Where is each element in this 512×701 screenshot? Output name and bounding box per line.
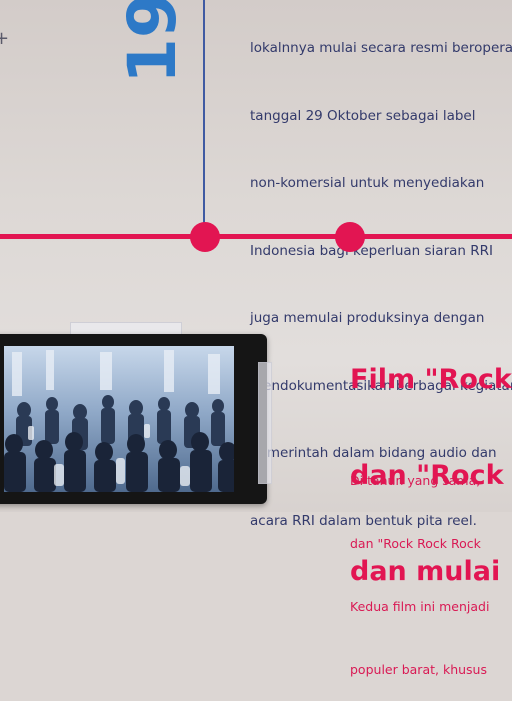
timeline-dot — [190, 222, 220, 252]
timeline-line — [0, 234, 512, 239]
monitor-screen — [4, 346, 234, 492]
paragraph-line: tanggal 29 Oktober sebagai label — [250, 107, 476, 124]
paragraph-line: lokalnnya mulai secara resmi beroperasi — [250, 40, 512, 56]
mounting-tape — [258, 362, 272, 484]
corner-mark: + — [0, 28, 10, 49]
timeline-vertical-connector — [203, 0, 205, 233]
paragraph-line: Indonesia bagi keperluan siaran RRI — [250, 242, 493, 259]
body-line: populer barat, khusus — [350, 662, 487, 677]
video-monitor — [0, 334, 267, 504]
year-label: 19 — [120, 0, 184, 84]
film-footage-image — [4, 346, 234, 492]
body-line: Di tahun yang sama, — [350, 473, 481, 488]
section-body: Di tahun yang sama, dan "Rock Rock Rock … — [350, 428, 489, 701]
body-line: dan "Rock Rock Rock — [350, 536, 481, 551]
heading-line: Film "Rock — [350, 364, 512, 395]
paragraph-line: non-komersial untuk menyediakan — [250, 175, 485, 191]
year-text: 19 — [120, 0, 184, 84]
body-line: Kedua film ini menjadi — [350, 599, 490, 614]
timeline-dot — [335, 222, 365, 252]
